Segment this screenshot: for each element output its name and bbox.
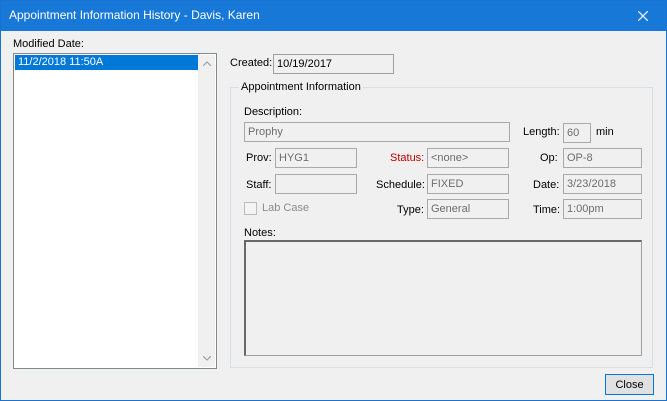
- chevron-down-icon: [202, 356, 211, 361]
- op-field[interactable]: OP-8: [563, 148, 642, 168]
- modified-date-label: Modified Date:: [13, 38, 84, 50]
- time-label: Time:: [533, 204, 561, 216]
- appointment-info-group: Appointment Information Description: Pro…: [230, 81, 653, 368]
- type-field[interactable]: General: [427, 199, 509, 219]
- notes-textarea[interactable]: [244, 240, 642, 356]
- status-field[interactable]: <none>: [427, 148, 509, 168]
- description-field[interactable]: Prophy: [244, 122, 510, 142]
- notes-label: Notes:: [244, 227, 276, 239]
- window-title: Appointment Information History - Davis,…: [9, 8, 260, 22]
- prov-field[interactable]: HYG1: [275, 148, 357, 168]
- modified-date-list[interactable]: 11/2/2018 11:50A: [13, 53, 217, 369]
- description-label: Description:: [244, 106, 303, 118]
- length-field[interactable]: 60: [563, 123, 591, 143]
- window-close-button[interactable]: [620, 1, 666, 31]
- group-title: Appointment Information: [239, 81, 363, 93]
- date-field[interactable]: 3/23/2018: [563, 174, 642, 194]
- time-field[interactable]: 1:00pm: [563, 199, 642, 219]
- created-field[interactable]: 10/19/2017: [273, 54, 394, 74]
- lab-case-checkbox[interactable]: [244, 202, 257, 215]
- date-label: Date:: [533, 179, 560, 191]
- op-label: Op:: [540, 152, 558, 164]
- scroll-up-button[interactable]: [198, 55, 215, 72]
- scroll-down-button[interactable]: [198, 350, 215, 367]
- list-scrollbar[interactable]: [198, 55, 215, 367]
- chevron-up-icon: [202, 61, 211, 66]
- dialog-window: Appointment Information History - Davis,…: [0, 0, 667, 401]
- list-item[interactable]: 11/2/2018 11:50A: [15, 55, 199, 70]
- staff-field[interactable]: [275, 174, 357, 194]
- staff-label: Staff:: [246, 179, 272, 191]
- type-label: Type:: [397, 204, 424, 216]
- length-label: Length:: [523, 126, 560, 138]
- status-label: Status:: [390, 152, 425, 164]
- prov-label: Prov:: [246, 152, 272, 164]
- close-button[interactable]: Close: [605, 374, 654, 395]
- schedule-field[interactable]: FIXED: [427, 174, 509, 194]
- close-icon: [638, 11, 648, 21]
- length-unit: min: [596, 126, 614, 138]
- title-bar: Appointment Information History - Davis,…: [1, 1, 666, 31]
- created-label: Created:: [230, 57, 273, 69]
- lab-case-label: Lab Case: [262, 202, 310, 214]
- schedule-label: Schedule:: [376, 179, 425, 191]
